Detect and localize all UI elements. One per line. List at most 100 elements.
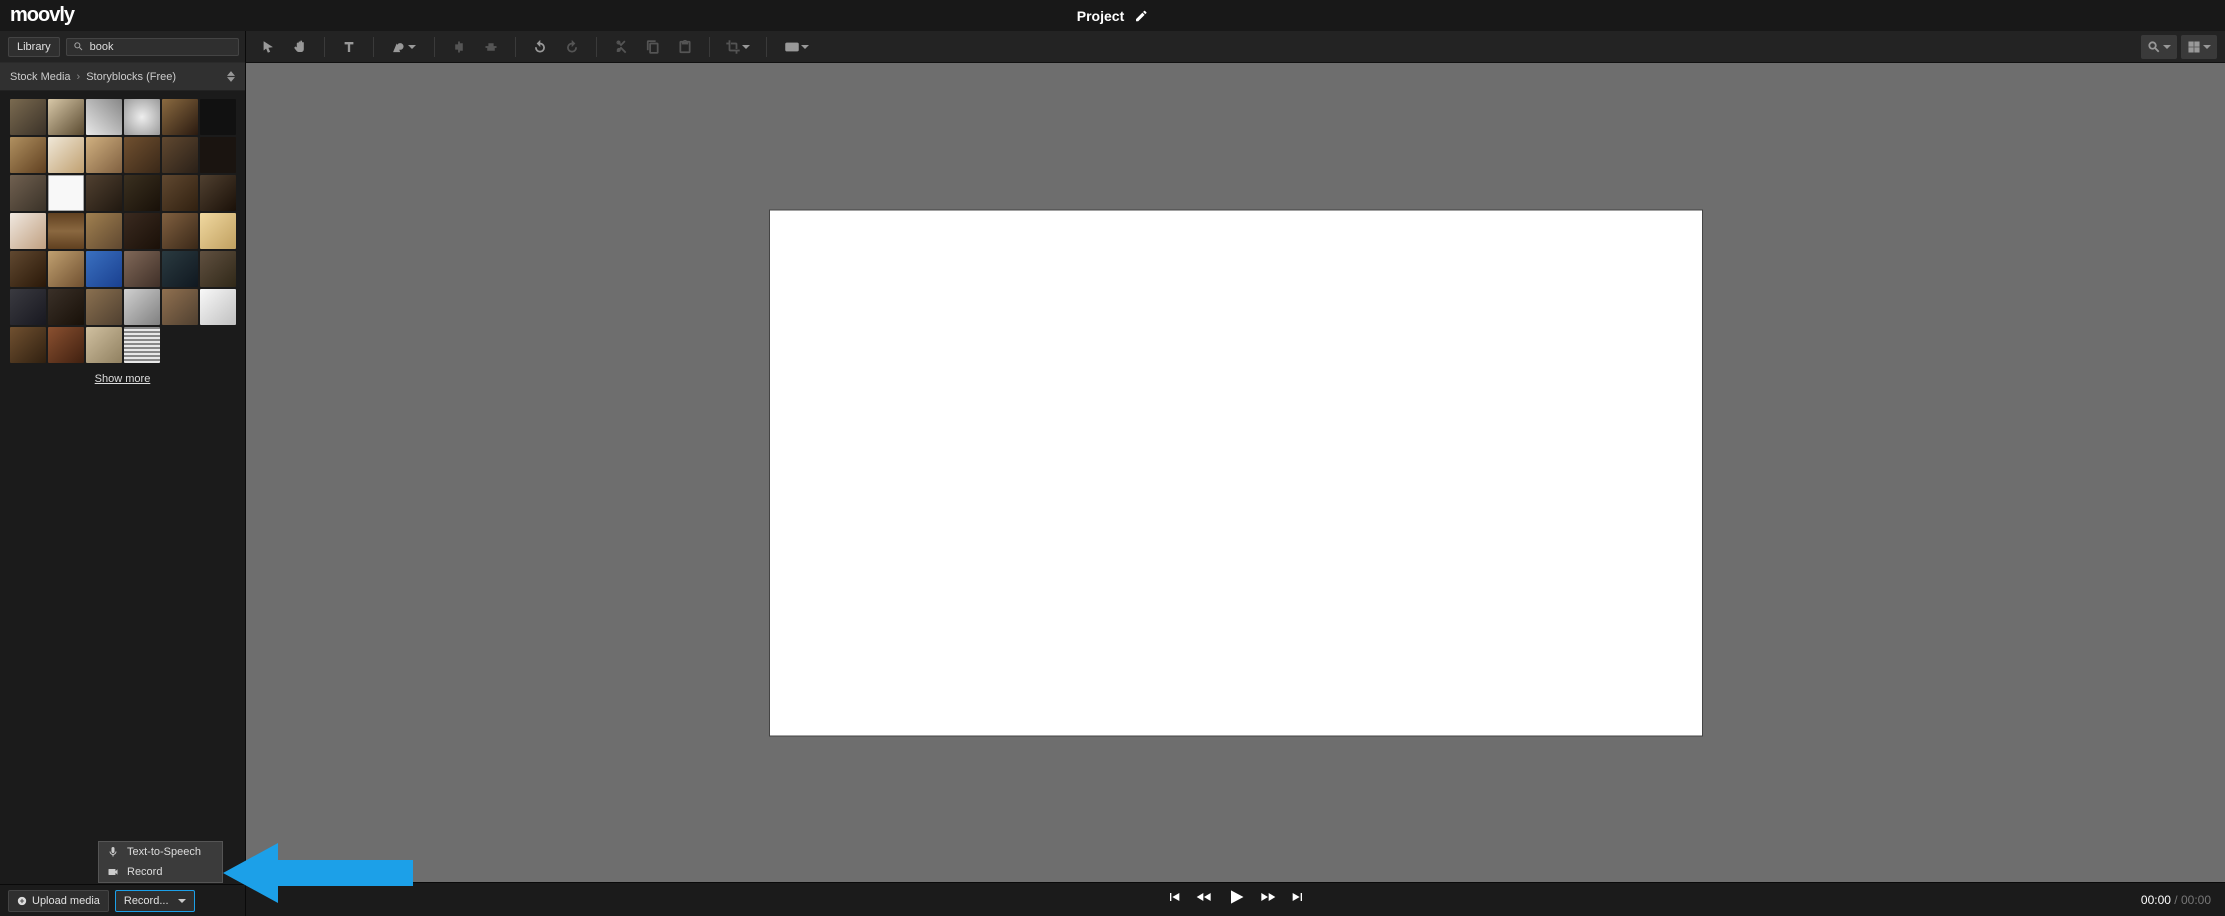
magnifier-icon xyxy=(2147,40,2161,54)
edit-title-icon[interactable] xyxy=(1134,9,1148,23)
stage-canvas[interactable] xyxy=(770,210,1702,735)
search-input[interactable] xyxy=(90,41,232,53)
canvas-toolbar xyxy=(246,31,2225,63)
skip-end-icon[interactable] xyxy=(1290,889,1306,910)
rewind-icon[interactable] xyxy=(1196,889,1212,910)
media-thumb[interactable] xyxy=(10,327,46,363)
media-thumb[interactable] xyxy=(162,137,198,173)
media-thumb[interactable] xyxy=(10,175,46,211)
media-thumb[interactable] xyxy=(10,137,46,173)
playback-bar: 00:00 / 00:00 xyxy=(246,882,2225,916)
media-thumb[interactable] xyxy=(162,251,198,287)
breadcrumb-sep: › xyxy=(77,71,81,83)
redo-icon[interactable] xyxy=(558,35,586,59)
forward-icon[interactable] xyxy=(1260,889,1276,910)
project-title: Project xyxy=(1077,8,1124,24)
play-controls xyxy=(1166,887,1306,912)
media-thumb[interactable] xyxy=(124,327,160,363)
library-button[interactable]: Library xyxy=(8,37,60,57)
media-thumb[interactable] xyxy=(124,213,160,249)
media-thumb[interactable] xyxy=(200,175,236,211)
record-menu-tts-label: Text-to-Speech xyxy=(127,846,201,858)
media-thumb[interactable] xyxy=(10,251,46,287)
thumb-grid xyxy=(10,99,235,363)
media-thumb[interactable] xyxy=(10,99,46,135)
subtitle-tool-icon[interactable] xyxy=(777,35,817,59)
media-thumb[interactable] xyxy=(162,99,198,135)
breadcrumb-root[interactable]: Stock Media xyxy=(10,71,71,83)
media-thumb[interactable] xyxy=(10,289,46,325)
media-thumb[interactable] xyxy=(124,99,160,135)
plus-icon xyxy=(17,896,27,906)
media-thumb[interactable] xyxy=(200,213,236,249)
play-icon[interactable] xyxy=(1226,887,1246,912)
media-thumb[interactable] xyxy=(48,289,84,325)
media-thumb[interactable] xyxy=(124,289,160,325)
record-menu: Text-to-Speech Record xyxy=(98,841,223,883)
media-thumb[interactable] xyxy=(48,99,84,135)
cut-icon[interactable] xyxy=(607,35,635,59)
app-header: moovly Project xyxy=(0,0,2225,31)
media-thumb[interactable] xyxy=(86,213,122,249)
project-title-wrap: Project xyxy=(1077,8,1148,24)
media-thumb[interactable] xyxy=(10,213,46,249)
grid-icon xyxy=(2187,40,2201,54)
align-horizontal-icon[interactable] xyxy=(477,35,505,59)
canvas-viewport[interactable] xyxy=(246,63,2225,882)
media-thumb[interactable] xyxy=(86,251,122,287)
annotation-arrow xyxy=(223,838,413,908)
copy-icon[interactable] xyxy=(639,35,667,59)
media-thumb[interactable] xyxy=(86,327,122,363)
media-thumb[interactable] xyxy=(86,137,122,173)
editor-area: 00:00 / 00:00 xyxy=(246,31,2225,916)
caret-down-icon xyxy=(178,899,186,903)
media-thumb[interactable] xyxy=(124,251,160,287)
record-button[interactable]: Record... xyxy=(115,890,195,912)
align-vertical-icon[interactable] xyxy=(445,35,473,59)
logo: moovly xyxy=(10,4,74,27)
media-thumb[interactable] xyxy=(200,137,236,173)
paste-icon[interactable] xyxy=(671,35,699,59)
breadcrumb-sort-icon[interactable] xyxy=(227,71,235,82)
media-thumb[interactable] xyxy=(86,289,122,325)
media-thumb[interactable] xyxy=(48,175,84,211)
media-thumb[interactable] xyxy=(200,99,236,135)
show-more-link[interactable]: Show more xyxy=(10,373,235,385)
timecode: 00:00 / 00:00 xyxy=(2141,893,2211,907)
media-thumb[interactable] xyxy=(86,175,122,211)
record-menu-record-label: Record xyxy=(127,866,162,878)
crop-icon[interactable] xyxy=(720,35,756,59)
record-menu-tts[interactable]: Text-to-Speech xyxy=(99,842,222,862)
upload-media-button[interactable]: Upload media xyxy=(8,890,109,912)
media-thumb[interactable] xyxy=(124,175,160,211)
microphone-icon xyxy=(107,846,119,858)
undo-icon[interactable] xyxy=(526,35,554,59)
select-tool-icon[interactable] xyxy=(254,35,282,59)
media-thumb[interactable] xyxy=(200,289,236,325)
media-thumb[interactable] xyxy=(48,251,84,287)
media-thumb[interactable] xyxy=(162,175,198,211)
skip-start-icon[interactable] xyxy=(1166,889,1182,910)
media-thumb[interactable] xyxy=(200,251,236,287)
time-total: 00:00 xyxy=(2181,893,2211,907)
media-thumb[interactable] xyxy=(86,99,122,135)
media-thumb[interactable] xyxy=(162,213,198,249)
library-topbar: Library xyxy=(0,31,245,63)
hand-tool-icon[interactable] xyxy=(286,35,314,59)
thumbs-area: Show more xyxy=(0,91,245,884)
media-thumb[interactable] xyxy=(124,137,160,173)
record-button-label: Record... xyxy=(124,895,169,907)
text-tool-icon[interactable] xyxy=(335,35,363,59)
zoom-dropdown[interactable] xyxy=(2141,35,2177,59)
time-current: 00:00 xyxy=(2141,893,2171,907)
layout-dropdown[interactable] xyxy=(2181,35,2217,59)
media-thumb[interactable] xyxy=(48,137,84,173)
breadcrumb-current[interactable]: Storyblocks (Free) xyxy=(86,71,176,83)
media-thumb[interactable] xyxy=(48,327,84,363)
media-thumb[interactable] xyxy=(48,213,84,249)
record-menu-record[interactable]: Record xyxy=(99,862,222,882)
media-thumb[interactable] xyxy=(162,289,198,325)
breadcrumb: Stock Media › Storyblocks (Free) xyxy=(0,63,245,91)
shape-tool-icon[interactable] xyxy=(384,35,424,59)
library-sidebar: Library Stock Media › Storyblocks (Free) xyxy=(0,31,246,916)
